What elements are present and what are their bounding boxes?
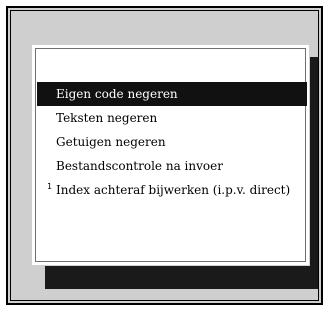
menu-item-bestandscontrole[interactable]: Bestandscontrole na invoer	[37, 154, 307, 178]
menu-item-label: Eigen code negeren	[56, 87, 178, 101]
menu-item-getuigen-negeren[interactable]: Getuigen negeren	[37, 130, 307, 154]
menu-item-label: Index achteraf bijwerken (i.p.v. direct)	[56, 183, 291, 197]
menu-item-label: Getuigen negeren	[56, 135, 166, 149]
menu-item-eigen-code-negeren[interactable]: Eigen code negeren	[37, 82, 307, 106]
terminal-screen: Eigen code negeren Teksten negeren Getui…	[0, 0, 329, 311]
menu-item-index-achteraf[interactable]: 1 Index achteraf bijwerken (i.p.v. direc…	[37, 178, 307, 202]
options-menu: Eigen code negeren Teksten negeren Getui…	[37, 82, 307, 202]
menu-item-label: Bestandscontrole na invoer	[56, 159, 223, 173]
options-dialog: Eigen code negeren Teksten negeren Getui…	[31, 44, 310, 266]
menu-item-marker: 1	[47, 182, 52, 191]
menu-item-label: Teksten negeren	[56, 111, 158, 125]
menu-item-teksten-negeren[interactable]: Teksten negeren	[37, 106, 307, 130]
